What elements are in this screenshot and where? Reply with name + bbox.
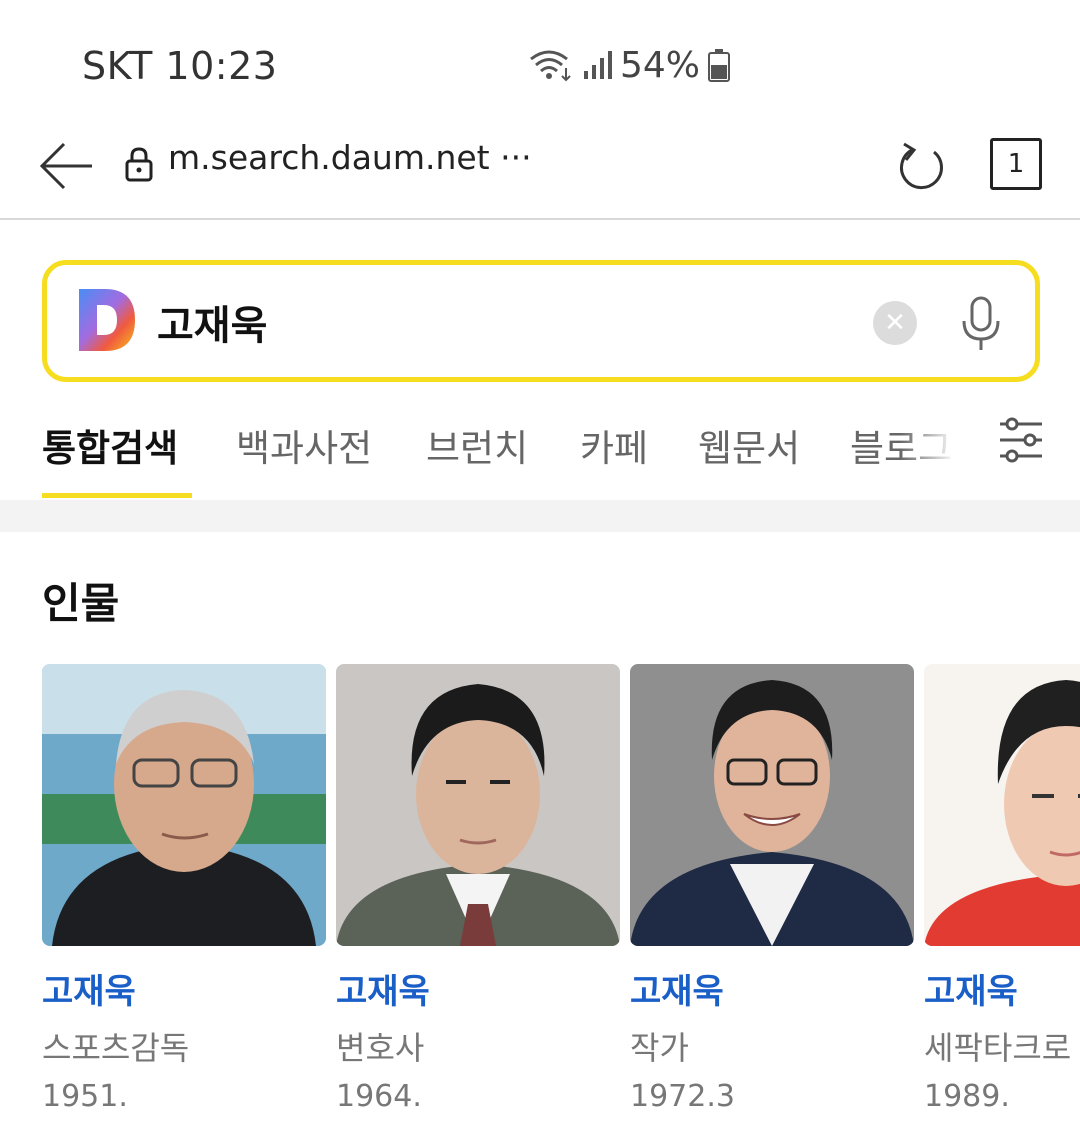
person-occupation: 세팍타크로 bbox=[924, 1029, 1072, 1067]
tab-web-documents[interactable]: 웹문서 bbox=[698, 418, 800, 472]
address-bar[interactable]: m.search.daum.net ··· bbox=[168, 138, 532, 177]
person-birth-year: 1951. bbox=[42, 1079, 128, 1114]
person-card[interactable]: 고재욱 스포츠감독 1951. bbox=[42, 664, 326, 1114]
battery-percent: 54% bbox=[620, 44, 701, 86]
tab-switcher-button[interactable]: 1 bbox=[990, 138, 1042, 190]
category-tabs: 통합검색 백과사전 브런치 카페 웹문서 블로그 bbox=[0, 400, 1080, 500]
wifi-icon bbox=[528, 48, 574, 82]
person-name[interactable]: 고재욱 bbox=[924, 964, 1080, 1013]
person-name[interactable]: 고재욱 bbox=[630, 964, 914, 1013]
battery-icon bbox=[708, 48, 731, 82]
tab-integrated-search[interactable]: 통합검색 bbox=[42, 418, 178, 472]
url-more-icon[interactable]: ··· bbox=[500, 138, 531, 177]
reload-icon bbox=[899, 142, 943, 190]
status-left: SKT 10:23 bbox=[82, 44, 277, 88]
signal-icon bbox=[582, 49, 612, 81]
person-photo[interactable] bbox=[42, 664, 326, 946]
person-birth-year: 1989. bbox=[924, 1079, 1010, 1114]
person-birth-year: 1972.3 bbox=[630, 1079, 735, 1114]
carrier-label: SKT bbox=[82, 44, 153, 88]
person-name[interactable]: 고재욱 bbox=[336, 964, 620, 1013]
person-card[interactable]: 고재욱 변호사 1964. bbox=[336, 664, 620, 1114]
tab-brunch[interactable]: 브런치 bbox=[426, 418, 528, 472]
microphone-icon bbox=[962, 296, 1000, 350]
url-text: m.search.daum.net bbox=[168, 138, 490, 177]
arrow-left-icon bbox=[39, 142, 92, 190]
active-tab-indicator bbox=[42, 493, 192, 498]
status-bar: SKT 10:23 54% bbox=[0, 0, 1080, 120]
tab-encyclopedia[interactable]: 백과사전 bbox=[236, 418, 372, 472]
browser-toolbar: m.search.daum.net ··· 1 bbox=[0, 120, 1080, 220]
tab-overflow-fade bbox=[900, 400, 980, 490]
close-icon: ✕ bbox=[884, 308, 906, 338]
person-name[interactable]: 고재욱 bbox=[42, 964, 326, 1013]
clear-search-button[interactable]: ✕ bbox=[873, 301, 917, 345]
person-card[interactable]: 고재욱 세팍타크로 1989. bbox=[924, 664, 1080, 1114]
lock-icon bbox=[124, 146, 154, 182]
back-button[interactable] bbox=[36, 138, 96, 194]
person-card[interactable]: 고재욱 작가 1972.3 bbox=[630, 664, 914, 1114]
voice-search-button[interactable] bbox=[959, 295, 1003, 353]
section-divider bbox=[0, 500, 1080, 532]
sliders-icon bbox=[1000, 417, 1042, 463]
person-occupation: 변호사 bbox=[336, 1029, 425, 1067]
section-title-people: 인물 bbox=[42, 579, 120, 628]
status-right: 54% bbox=[528, 42, 731, 88]
clock: 10:23 bbox=[165, 44, 278, 88]
filter-button[interactable] bbox=[998, 416, 1044, 464]
person-occupation: 스포츠감독 bbox=[42, 1029, 190, 1067]
person-photo[interactable] bbox=[630, 664, 914, 946]
reload-button[interactable] bbox=[894, 138, 948, 194]
person-birth-year: 1964. bbox=[336, 1079, 422, 1114]
search-input[interactable]: 고재욱 bbox=[157, 293, 267, 351]
tab-cafe[interactable]: 카페 bbox=[580, 418, 648, 472]
daum-logo[interactable] bbox=[77, 287, 137, 353]
person-occupation: 작가 bbox=[630, 1029, 689, 1067]
person-photo[interactable] bbox=[924, 664, 1080, 946]
search-box[interactable]: 고재욱 ✕ bbox=[42, 260, 1040, 382]
person-photo[interactable] bbox=[336, 664, 620, 946]
